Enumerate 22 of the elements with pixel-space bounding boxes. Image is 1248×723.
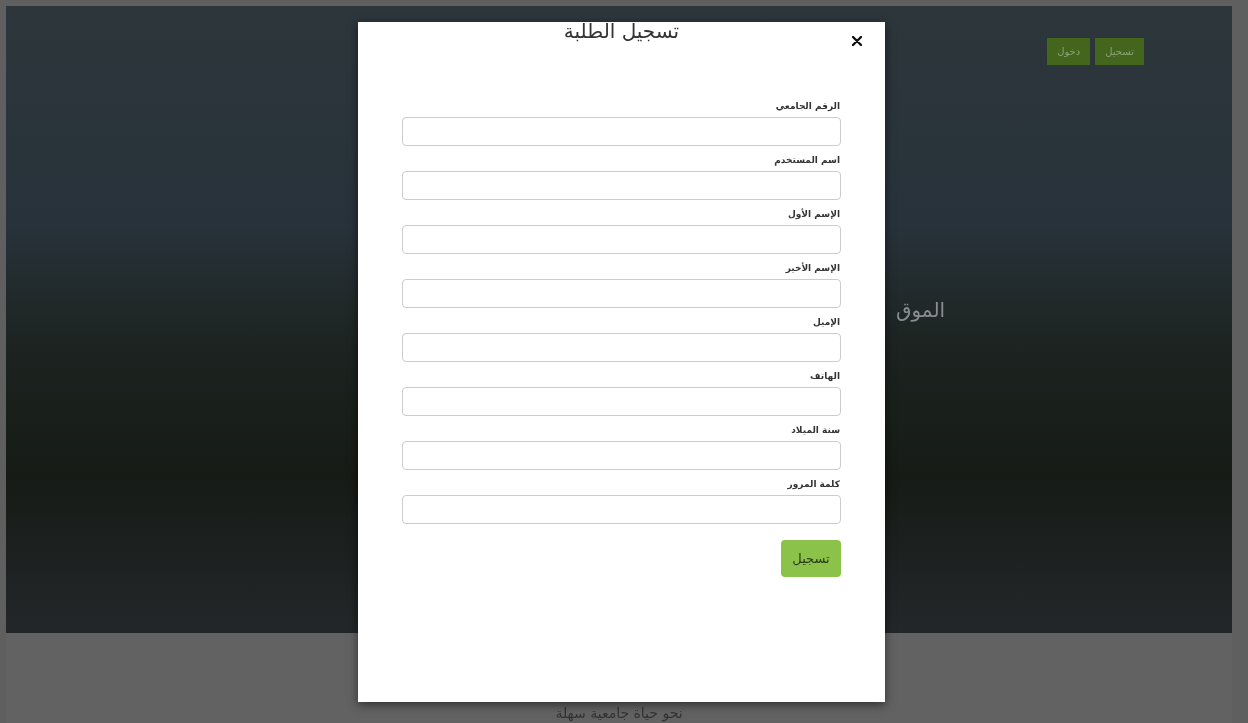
input-field[interactable] [402,279,841,308]
register-button[interactable]: تسجيل [781,540,841,577]
input-field[interactable] [402,387,841,416]
hero-heading: الموق [896,298,946,322]
nav-button[interactable]: تسجيل [1095,38,1144,65]
field-label: الرقم الجامعي [775,100,840,112]
field-label: اسم المستخدم [774,154,840,166]
field-label: الإسم الأول [787,208,840,220]
close-icon[interactable] [852,36,862,46]
input-field[interactable] [402,441,841,470]
input-field[interactable] [402,225,841,254]
dialog-title: تسجيل الطلبة [563,18,680,45]
input-field[interactable] [402,171,841,200]
field-label: سنة الميلاد [791,424,840,436]
field-label: الإسم الأخير [785,262,840,274]
field-label: كلمة المرور [787,478,840,490]
nav-button[interactable]: دخول [1047,38,1091,65]
field-label: الهاتف [810,370,840,382]
field-label: الإميل [812,316,840,328]
input-field[interactable] [402,495,841,524]
input-field[interactable] [402,333,841,362]
input-field[interactable] [402,117,841,146]
